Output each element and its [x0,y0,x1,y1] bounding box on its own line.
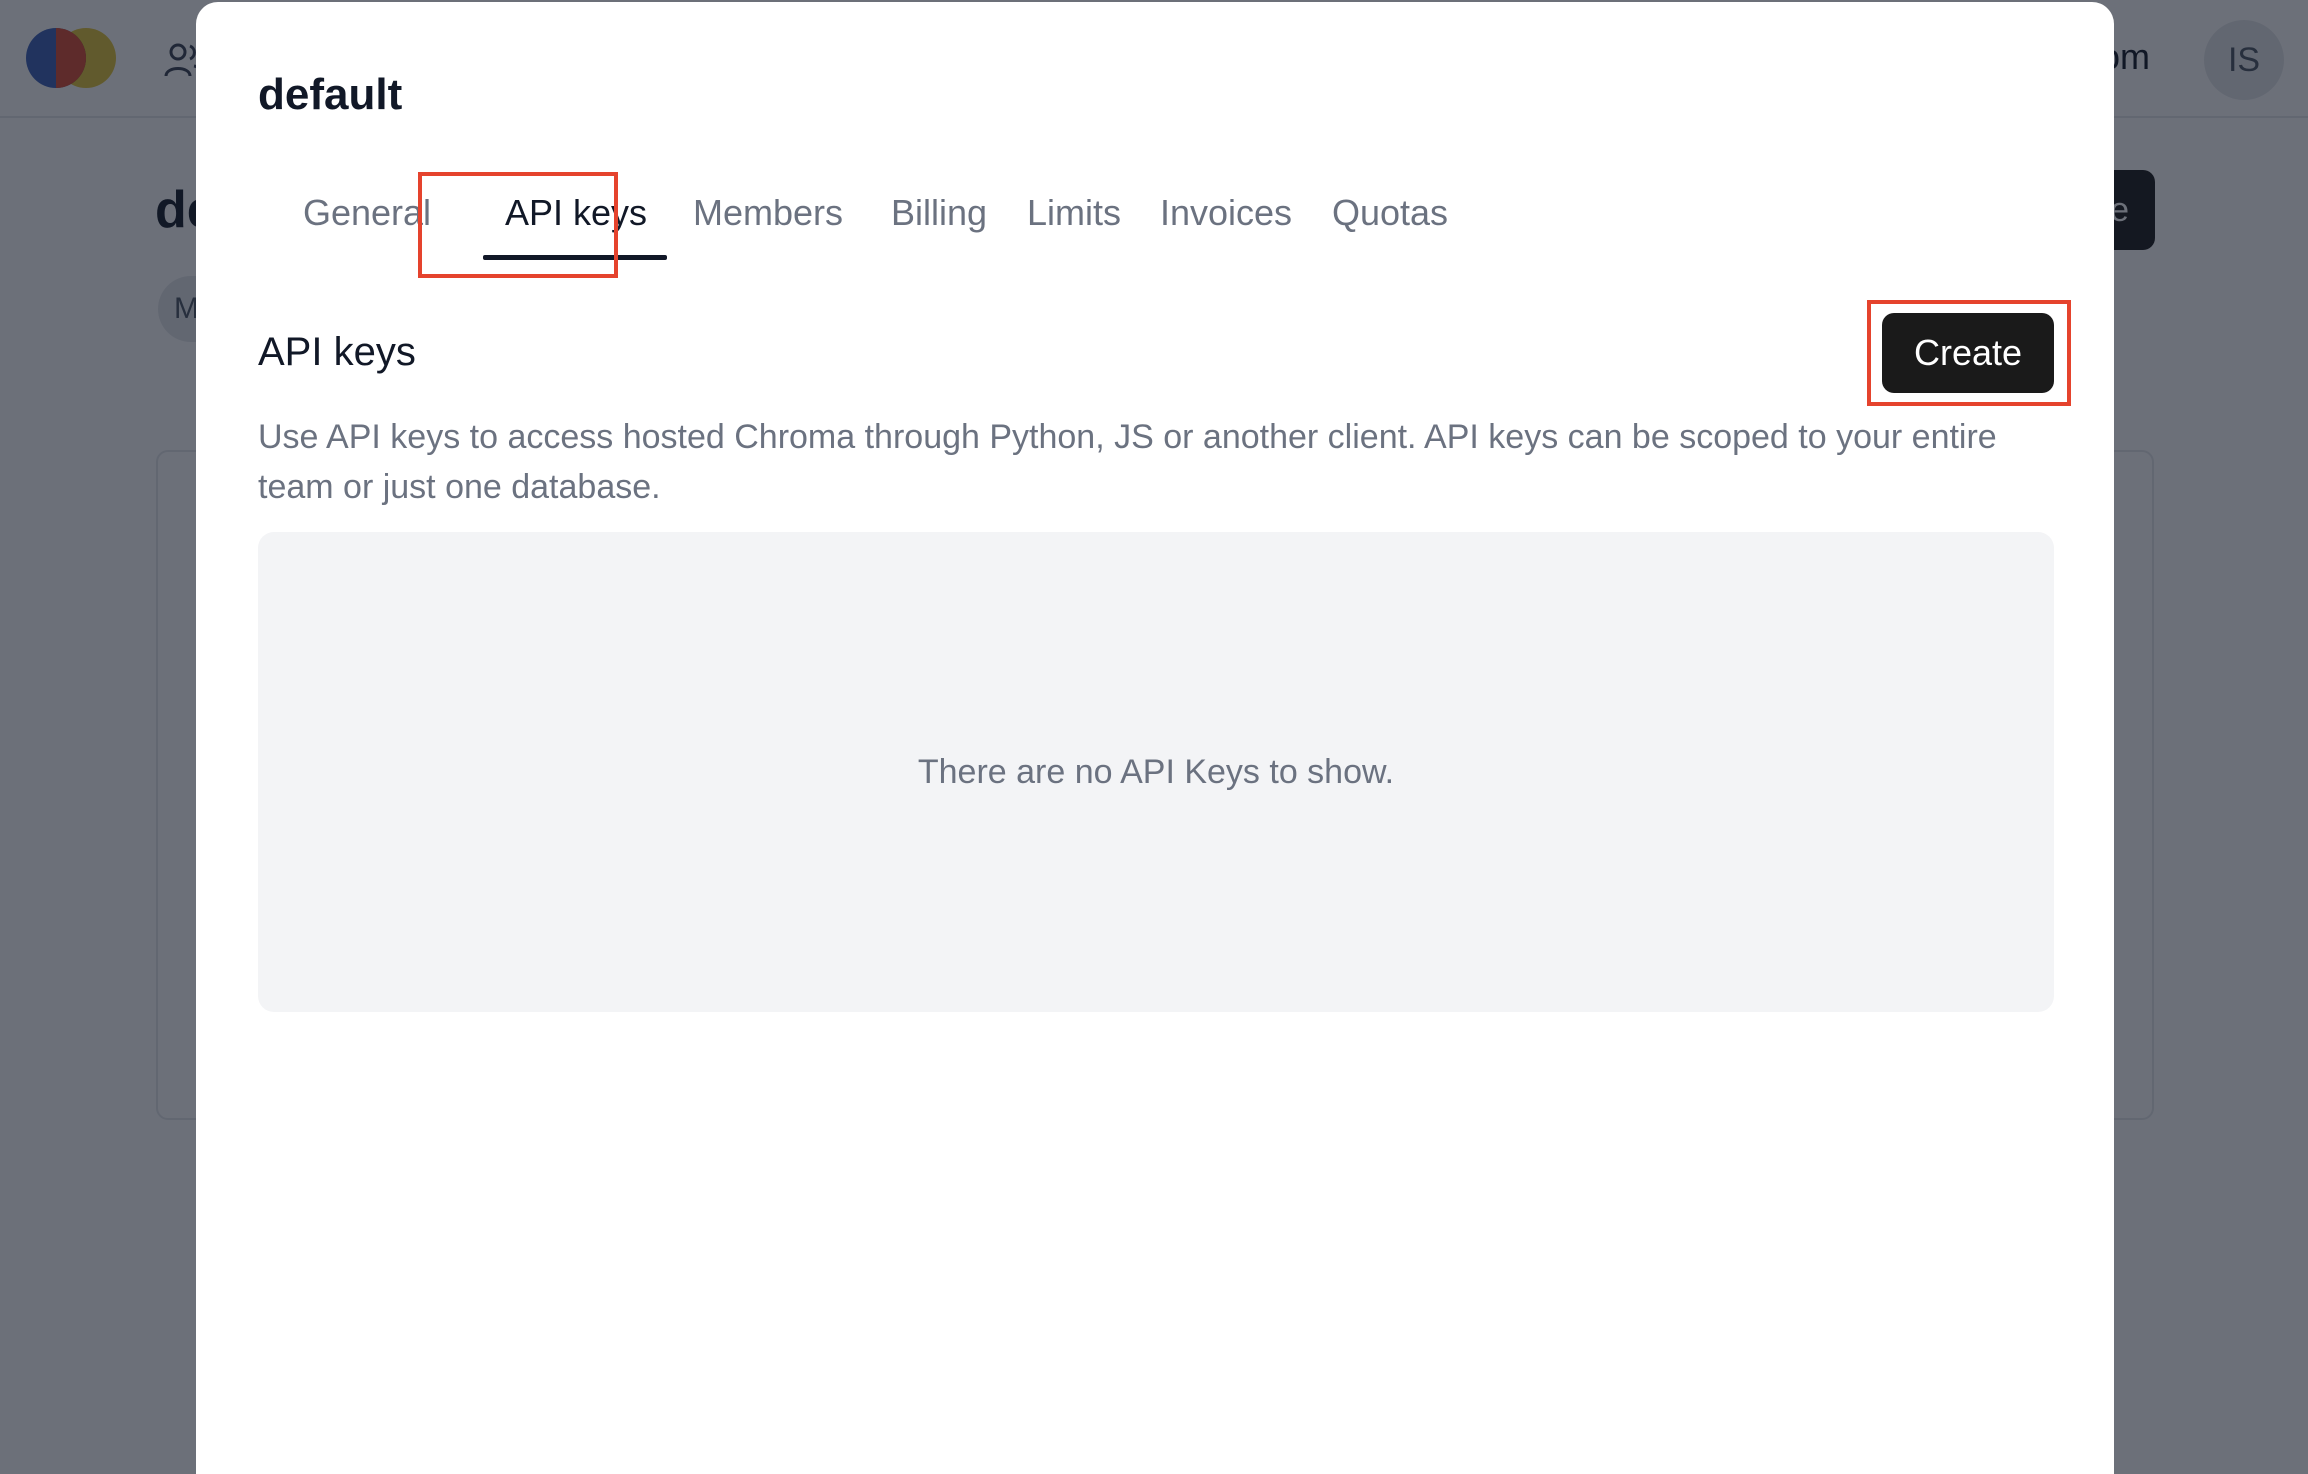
tab-limits[interactable]: Limits [1008,184,1140,264]
tab-general[interactable]: General [258,184,476,264]
empty-state-message: There are no API Keys to show. [917,752,1395,791]
tab-api-keys[interactable]: API keys [483,184,669,264]
team-settings-modal: default General API keys Members Billing… [196,2,2114,1474]
section-description: Use API keys to access hosted Chroma thr… [258,418,1997,506]
tab-invoices[interactable]: Invoices [1146,184,1306,264]
modal-title: default [258,70,403,119]
tab-billing[interactable]: Billing [870,184,1008,264]
create-api-key-button[interactable]: Create [1882,313,2054,393]
api-keys-empty-state: There are no API Keys to show. [258,532,2054,1012]
tab-api-keys-label: API keys [504,192,648,233]
section-title: API keys [258,330,416,374]
tab-quotas[interactable]: Quotas [1310,184,1470,264]
tab-members[interactable]: Members [659,184,877,264]
active-tab-underline [483,255,667,260]
